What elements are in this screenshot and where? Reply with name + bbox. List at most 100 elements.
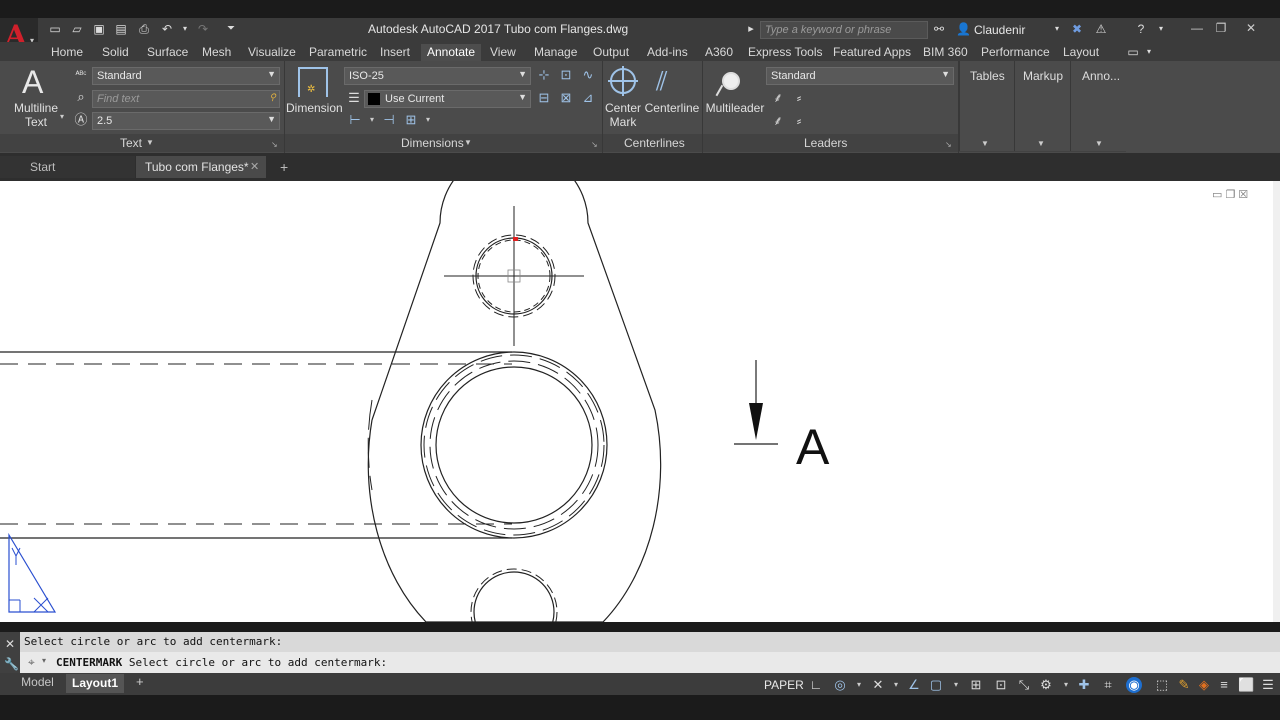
close-window-button[interactable]: ✕ [1240, 20, 1262, 36]
isolate-objects-icon[interactable]: ✎ [1176, 677, 1192, 693]
vertical-scrollbar[interactable] [1273, 181, 1280, 622]
chevron-down-icon[interactable]: ▾ [888, 677, 904, 693]
units-icon[interactable]: ⌗ [1100, 677, 1116, 693]
stay-connected-icon[interactable]: ⚠ [1094, 22, 1108, 36]
polar-tracking-icon[interactable]: ◎ [832, 677, 848, 693]
minimize-button[interactable]: — [1186, 20, 1208, 36]
object-snap-tracking-icon[interactable]: ∠ [906, 677, 922, 693]
find-replace-icon[interactable]: ⚲ [269, 92, 276, 103]
close-viewport-icon[interactable]: ☒ [1238, 189, 1248, 201]
save-as-icon[interactable]: ▤ [114, 22, 128, 36]
ribbon-toggle-dropdown-icon[interactable]: ▾ [1142, 45, 1156, 59]
chevron-down-icon[interactable]: ▾ [851, 677, 867, 693]
tab-model[interactable]: Model [10, 675, 65, 691]
search-arrow-icon[interactable]: ▸ [744, 22, 758, 36]
undo-icon[interactable]: ↶ [160, 22, 174, 36]
remove-leader-icon[interactable]: ⸗ [791, 90, 807, 106]
new-tab-icon[interactable]: + [280, 159, 288, 175]
tab-start[interactable]: Start [0, 156, 135, 178]
customize-wrench-icon[interactable]: 🔧 [4, 657, 19, 671]
tab-layout1[interactable]: Layout1 [66, 674, 124, 693]
collect-leader-icon[interactable]: ⸗ [791, 113, 807, 129]
multiline-text-label-2[interactable]: Text [10, 115, 62, 129]
command-prompt-icon[interactable]: ⌖ [28, 655, 35, 670]
customize-toolbar-icon[interactable]: ⏷ [224, 22, 238, 36]
restore-viewport-icon[interactable]: ❐ [1225, 189, 1235, 201]
quick-dimension-icon[interactable]: ⊣ [381, 112, 397, 128]
print-icon[interactable]: ⎙ [137, 22, 151, 36]
close-command-line-icon[interactable]: ✕ [5, 637, 15, 651]
centerline-label[interactable]: Centerline [644, 101, 700, 115]
exchange-apps-icon[interactable]: ✖ [1070, 22, 1084, 36]
user-name[interactable]: Claudenir [974, 23, 1025, 37]
text-style-select[interactable]: Standard ▼ [92, 67, 280, 85]
drawing-svg[interactable]: A [0, 181, 1273, 622]
tab-output[interactable]: Output [587, 44, 635, 61]
ortho-icon[interactable]: ∟ [808, 677, 824, 693]
add-leader-icon[interactable]: ⸙ [770, 90, 786, 106]
lineweight-icon[interactable]: ⊞ [968, 677, 984, 693]
centerline-icon[interactable]: ⫽ [656, 66, 668, 98]
command-input-text[interactable]: CENTERMARK Select circle or arc to add c… [56, 656, 387, 669]
ribbon-toggle-icon[interactable]: ▭ [1126, 45, 1140, 59]
tab-view[interactable]: View [484, 44, 522, 61]
redo-icon[interactable]: ↷ [196, 22, 210, 36]
tab-performance[interactable]: Performance [975, 44, 1056, 61]
new-file-icon[interactable]: ▭ [48, 22, 62, 36]
center-mark-label-2[interactable]: Mark [603, 115, 643, 129]
baseline-dimension-icon[interactable]: ⊞ [403, 112, 419, 128]
viewport-controls[interactable]: ▭ ❐ ☒ [1212, 188, 1248, 201]
dim-oblique-icon[interactable]: ⊿ [580, 90, 596, 106]
tab-express-tools[interactable]: Express Tools [742, 44, 828, 61]
undo-dropdown-icon[interactable]: ▾ [178, 22, 192, 36]
chevron-down-icon[interactable]: ▾ [60, 112, 64, 121]
user-dropdown-icon[interactable]: ▾ [1050, 22, 1064, 36]
chevron-down-icon[interactable]: ▼ [464, 138, 472, 147]
chevron-down-icon[interactable]: ▾ [1058, 677, 1074, 693]
text-height-select[interactable]: 2.5 ▼ [92, 112, 280, 130]
chevron-down-icon[interactable]: ▾ [42, 656, 46, 665]
markup-panel[interactable]: Markup ▼ [1014, 61, 1070, 151]
object-snap-icon[interactable]: ▢ [928, 677, 944, 693]
multileader-style-select[interactable]: Standard ▼ [766, 67, 954, 85]
tab-layout[interactable]: Layout [1057, 44, 1105, 61]
dialog-launcher-icon[interactable]: ↘ [271, 140, 278, 149]
tab-a360[interactable]: A360 [699, 44, 739, 61]
tab-insert[interactable]: Insert [374, 44, 416, 61]
find-text-input[interactable]: Find text ⚲ [92, 90, 280, 108]
annotation-monitor-icon[interactable]: ✚ [1076, 677, 1092, 693]
tables-panel[interactable]: Tables ▼ [959, 61, 1014, 151]
restore-button[interactable]: ❐ [1210, 20, 1232, 36]
binoculars-icon[interactable]: ⚯ [932, 22, 946, 36]
tab-manage[interactable]: Manage [528, 44, 583, 61]
search-input[interactable]: Type a keyword or phrase [760, 21, 928, 39]
dialog-launcher-icon[interactable]: ↘ [591, 140, 598, 149]
dim-jog-icon[interactable]: ∿ [580, 67, 596, 83]
drawing-canvas[interactable]: A [0, 181, 1273, 622]
open-file-icon[interactable]: ▱ [70, 22, 84, 36]
paper-space-toggle[interactable]: PAPER [764, 678, 804, 692]
tab-solid[interactable]: Solid [96, 44, 135, 61]
continue-dimension-icon[interactable]: ⊢ [347, 112, 363, 128]
text-panel-title[interactable]: Text [120, 136, 142, 150]
hardware-acceleration-icon[interactable]: ◈ [1196, 677, 1212, 693]
add-layout-icon[interactable]: + [136, 674, 144, 689]
transparency-icon[interactable]: ⊡ [993, 677, 1009, 693]
workspace-gear-icon[interactable]: ⚙ [1038, 677, 1054, 693]
lock-ui-icon[interactable]: ⬚ [1154, 677, 1170, 693]
dimension-style-select[interactable]: ISO-25 ▼ [344, 67, 531, 85]
dimension-layer-select[interactable]: Use Current ▼ [364, 90, 531, 108]
multiline-text-label[interactable]: Multiline [10, 101, 62, 115]
multiline-text-icon[interactable]: A [22, 64, 43, 101]
dim-adjust-space-icon[interactable]: ⊡ [558, 67, 574, 83]
dimensions-panel-title[interactable]: Dimensions [401, 136, 464, 150]
dimension-label[interactable]: Dimension [286, 101, 343, 115]
chevron-down-icon[interactable]: ▾ [364, 112, 380, 128]
customization-icon[interactable]: ☰ [1260, 677, 1276, 693]
isometric-icon[interactable]: ✕ [870, 677, 886, 693]
tab-bim-360[interactable]: BIM 360 [917, 44, 974, 61]
tab-add-ins[interactable]: Add-ins [641, 44, 694, 61]
quick-properties-icon[interactable]: ◉ [1126, 677, 1142, 693]
help-dropdown-icon[interactable]: ▾ [1154, 22, 1168, 36]
tab-parametric[interactable]: Parametric [303, 44, 373, 61]
